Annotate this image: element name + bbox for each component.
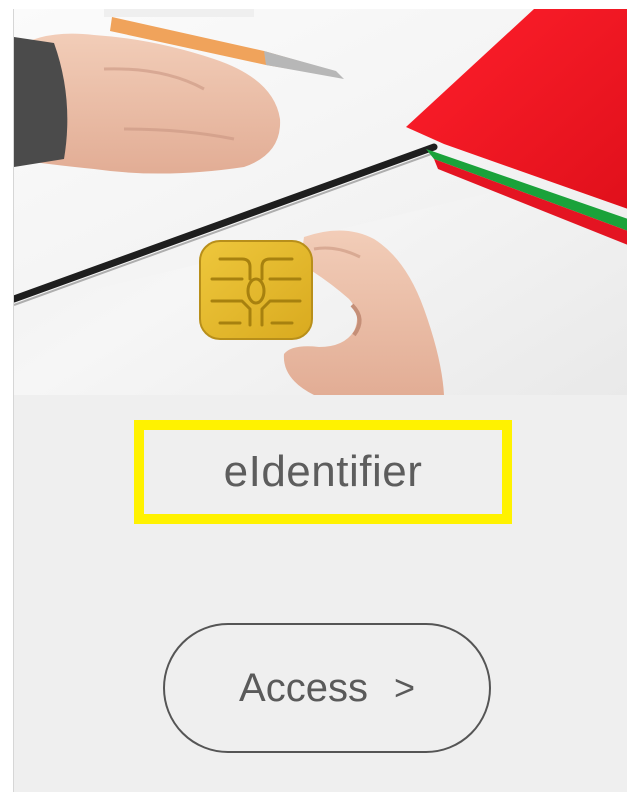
hero-image <box>14 9 627 395</box>
title-highlight-box: eIdentifier <box>134 420 512 524</box>
card-title: eIdentifier <box>223 447 423 496</box>
access-button-label: Access <box>239 665 368 710</box>
smart-card-chip-icon <box>199 240 313 340</box>
access-button[interactable]: Access > <box>163 623 491 753</box>
chevron-right-icon: > <box>393 667 415 708</box>
eidentifier-card: eIdentifier Access > <box>13 9 627 792</box>
